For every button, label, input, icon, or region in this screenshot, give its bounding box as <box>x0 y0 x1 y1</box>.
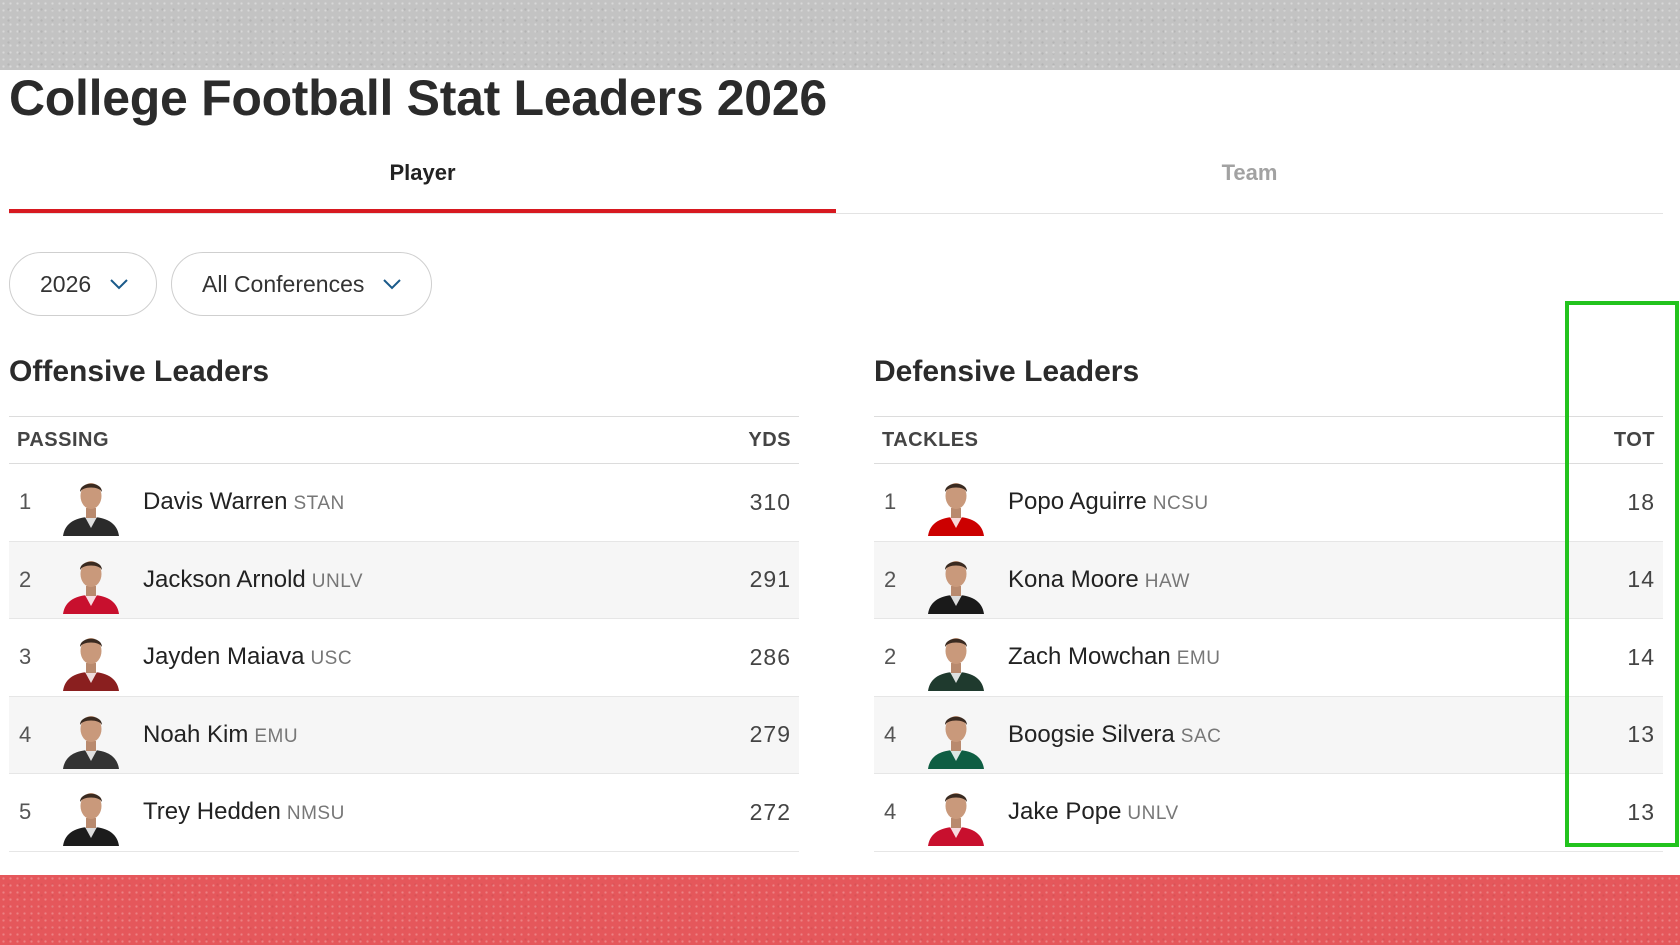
header-banner <box>0 0 1680 70</box>
view-tabs: Player Team <box>9 150 1663 214</box>
player-headshot <box>59 550 123 614</box>
player-headshot <box>59 705 123 769</box>
rank: 4 <box>19 721 32 747</box>
footer-banner <box>0 875 1680 945</box>
tab-team[interactable]: Team <box>836 150 1663 212</box>
player-headshot <box>59 627 123 691</box>
player-name-cell: Trey Hedden NMSU <box>143 798 345 826</box>
player-name[interactable]: Popo Aguirre <box>1008 488 1147 515</box>
player-name[interactable]: Boogsie Silvera <box>1008 721 1175 748</box>
player-headshot <box>59 472 123 536</box>
player-name-cell: Noah Kim EMU <box>143 721 298 749</box>
player-name[interactable]: Noah Kim <box>143 721 248 748</box>
rank: 2 <box>884 644 897 670</box>
rank: 2 <box>884 566 897 592</box>
stat-column-header[interactable]: TOT <box>1614 429 1655 452</box>
stat-value: 18 <box>1627 488 1655 515</box>
chevron-down-icon <box>110 279 128 290</box>
team-abbr: EMU <box>1176 648 1221 670</box>
player-name[interactable]: Davis Warren <box>143 488 287 515</box>
stat-value: 286 <box>749 643 791 670</box>
player-name-cell: Boogsie Silvera SAC <box>1008 721 1221 749</box>
stat-value: 279 <box>749 721 791 748</box>
table-row[interactable]: 2 Kona Moore HAW 14 <box>874 541 1663 619</box>
rank: 1 <box>19 489 32 515</box>
player-name-cell: Kona Moore HAW <box>1008 566 1190 594</box>
player-name-cell: Jayden Maiava USC <box>143 643 352 671</box>
player-name-cell: Jake Pope UNLV <box>1008 798 1179 826</box>
rank: 5 <box>19 799 32 825</box>
rank: 2 <box>19 566 32 592</box>
defensive-leaders-title: Defensive Leaders <box>874 355 1140 388</box>
player-headshot <box>924 705 988 769</box>
table-row[interactable]: 1 Davis Warren STAN 310 <box>9 464 799 542</box>
player-name[interactable]: Jayden Maiava <box>143 643 304 670</box>
team-abbr: NMSU <box>286 803 345 825</box>
tab-player[interactable]: Player <box>9 150 836 213</box>
table-header: TACKLES TOT <box>874 417 1663 464</box>
team-abbr: STAN <box>293 493 345 515</box>
player-name[interactable]: Kona Moore <box>1008 566 1139 593</box>
player-name[interactable]: Jackson Arnold <box>143 566 306 593</box>
table-row[interactable]: 1 Popo Aguirre NCSU 18 <box>874 464 1663 542</box>
player-name[interactable]: Trey Hedden <box>143 798 281 825</box>
conference-select[interactable]: All Conferences <box>171 252 432 316</box>
conference-select-value: All Conferences <box>202 270 365 297</box>
chevron-down-icon <box>383 279 402 290</box>
stat-column-header[interactable]: YDS <box>748 429 791 452</box>
stat-value: 14 <box>1627 566 1655 593</box>
player-headshot <box>924 782 988 846</box>
season-select-value: 2026 <box>40 270 92 297</box>
table-row[interactable]: 4 Boogsie Silvera SAC 13 <box>874 696 1663 774</box>
rank: 1 <box>884 489 897 515</box>
player-headshot <box>924 627 988 691</box>
player-name[interactable]: Zach Mowchan <box>1008 643 1171 670</box>
team-abbr: SAC <box>1180 725 1222 747</box>
team-abbr: NCSU <box>1152 493 1209 515</box>
table-row[interactable]: 4 Noah Kim EMU 279 <box>9 696 799 774</box>
stat-value: 272 <box>749 798 791 825</box>
player-name-cell: Davis Warren STAN <box>143 488 345 516</box>
rank: 3 <box>19 644 32 670</box>
stat-value: 13 <box>1627 721 1655 748</box>
table-row[interactable]: 4 Jake Pope UNLV 13 <box>874 774 1663 852</box>
rank: 4 <box>884 721 897 747</box>
team-abbr: USC <box>310 648 353 670</box>
team-abbr: EMU <box>254 725 299 747</box>
player-name-cell: Zach Mowchan EMU <box>1008 643 1220 671</box>
table-row[interactable]: 3 Jayden Maiava USC 286 <box>9 619 799 697</box>
player-headshot <box>924 550 988 614</box>
player-headshot <box>924 472 988 536</box>
team-abbr: UNLV <box>311 570 364 592</box>
page-title: College Football Stat Leaders 2026 <box>9 70 827 126</box>
table-row[interactable]: 2 Zach Mowchan EMU 14 <box>874 619 1663 697</box>
player-name-cell: Jackson Arnold UNLV <box>143 566 363 594</box>
category-label: TACKLES <box>882 428 979 451</box>
player-name[interactable]: Jake Pope <box>1008 798 1121 825</box>
player-headshot <box>59 782 123 846</box>
season-select[interactable]: 2026 <box>9 252 157 316</box>
player-name-cell: Popo Aguirre NCSU <box>1008 488 1209 516</box>
stat-value: 13 <box>1627 798 1655 825</box>
table-row[interactable]: 5 Trey Hedden NMSU 272 <box>9 774 799 852</box>
stat-value: 291 <box>749 566 791 593</box>
team-abbr: HAW <box>1144 570 1190 592</box>
defensive-leaders-table: TACKLES TOT 1 Popo Aguirre NCSU 18 2 Kona Moo… <box>874 416 1663 852</box>
stat-value: 14 <box>1627 643 1655 670</box>
rank: 4 <box>884 799 897 825</box>
category-label: PASSING <box>17 428 110 451</box>
stat-value: 310 <box>749 488 791 515</box>
table-header: PASSING YDS <box>9 417 799 464</box>
offensive-leaders-title: Offensive Leaders <box>9 355 270 388</box>
table-row[interactable]: 2 Jackson Arnold UNLV 291 <box>9 541 799 619</box>
team-abbr: UNLV <box>1127 803 1179 825</box>
offensive-leaders-table: PASSING YDS 1 Davis Warren STAN 310 2 Jackson… <box>9 416 799 852</box>
